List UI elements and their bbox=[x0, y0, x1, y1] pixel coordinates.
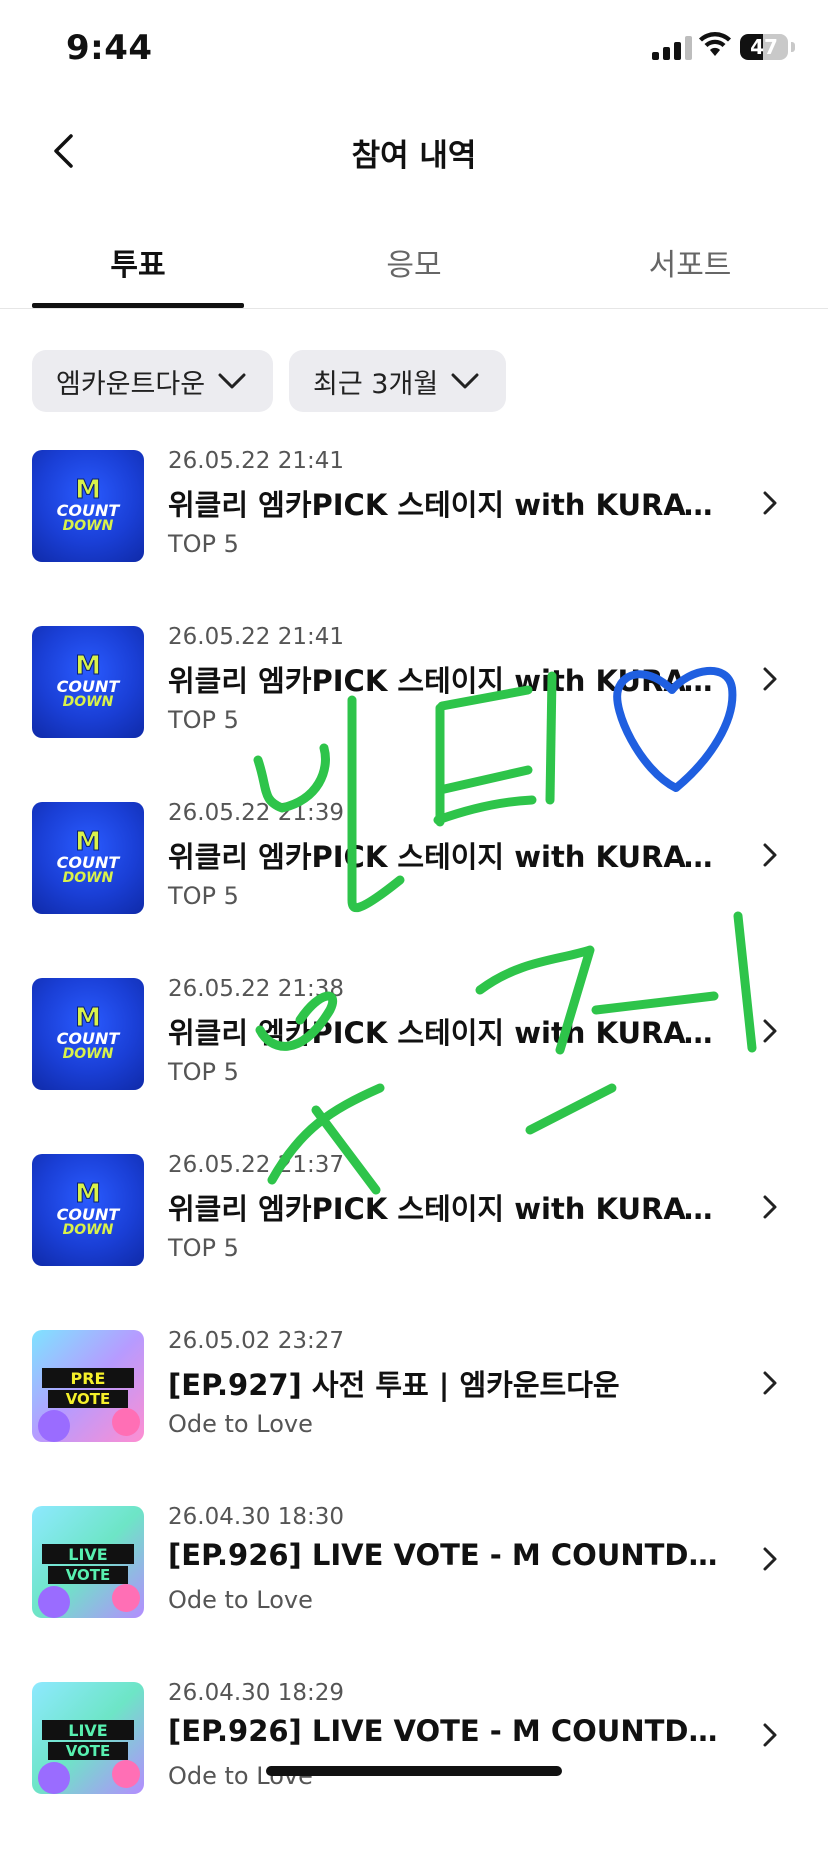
item-title: [EP.926] LIVE VOTE - M COUNTDOWN bbox=[168, 1538, 720, 1572]
chevron-right-icon bbox=[758, 664, 782, 698]
filter-bar: 엠카운트다운 최근 3개월 bbox=[32, 350, 507, 412]
item-date: 26.05.22 21:39 bbox=[168, 800, 345, 826]
chevron-right-icon bbox=[758, 840, 782, 874]
item-date: 26.05.22 21:37 bbox=[168, 1152, 345, 1178]
svg-text:DOWN: DOWN bbox=[63, 870, 114, 886]
period-filter-dropdown[interactable]: 최근 3개월 bbox=[289, 350, 507, 412]
item-title: 위클리 엠카PICK 스테이지 with KURATOR bbox=[168, 840, 720, 874]
list-item[interactable]: M COUNT DOWN 26.05.22 21:41 위클리 엠카PICK 스테이지 … bbox=[0, 446, 828, 622]
item-subtitle: TOP 5 bbox=[168, 1234, 239, 1262]
pre-vote-thumbnail: PRE VOTE bbox=[32, 1330, 144, 1442]
svg-text:VOTE: VOTE bbox=[66, 1566, 111, 1584]
cellular-signal-icon bbox=[652, 36, 692, 60]
wifi-icon bbox=[699, 32, 731, 56]
item-date: 26.05.22 21:41 bbox=[168, 624, 345, 650]
item-subtitle: TOP 5 bbox=[168, 1058, 239, 1086]
chevron-right-icon bbox=[758, 1016, 782, 1050]
chevron-right-icon bbox=[758, 1192, 782, 1226]
chevron-right-icon bbox=[758, 1544, 782, 1578]
item-title: [EP.927] 사전 투표 | 엠카운트다운 bbox=[168, 1368, 620, 1402]
chevron-down-icon bbox=[218, 373, 246, 389]
active-tab-indicator bbox=[32, 303, 244, 308]
period-filter-label: 최근 3개월 bbox=[313, 368, 439, 400]
item-title: 위클리 엠카PICK 스테이지 with KURATOR bbox=[168, 488, 720, 522]
svg-text:LIVE: LIVE bbox=[68, 1721, 107, 1740]
tab-entry[interactable]: 응모 bbox=[308, 240, 520, 284]
item-date: 26.05.22 21:38 bbox=[168, 976, 345, 1002]
mcountdown-thumbnail: M COUNT DOWN bbox=[32, 450, 144, 562]
svg-text:PRE: PRE bbox=[71, 1369, 106, 1388]
battery-tip bbox=[791, 42, 795, 52]
page-title: 참여 내역 bbox=[351, 138, 477, 174]
list-item[interactable]: LIVE VOTE 26.04.30 18:30 [EP.926] LIVE VOTE… bbox=[0, 1502, 828, 1678]
battery-icon: 47 bbox=[740, 34, 788, 60]
chevron-down-icon bbox=[451, 373, 479, 389]
svg-text:VOTE: VOTE bbox=[66, 1742, 111, 1760]
home-indicator bbox=[266, 1766, 562, 1776]
program-filter-label: 엠카운트다운 bbox=[56, 368, 206, 400]
item-subtitle: Ode to Love bbox=[168, 1410, 313, 1438]
battery-level: 47 bbox=[750, 35, 778, 59]
status-bar: 9:44 47 bbox=[0, 0, 828, 100]
svg-text:DOWN: DOWN bbox=[63, 1222, 114, 1238]
live-vote-thumbnail: LIVE VOTE bbox=[32, 1506, 144, 1618]
program-filter-dropdown[interactable]: 엠카운트다운 bbox=[32, 350, 274, 412]
item-subtitle: Ode to Love bbox=[168, 1586, 313, 1614]
chevron-right-icon bbox=[758, 1720, 782, 1754]
mcountdown-thumbnail: M COUNT DOWN bbox=[32, 978, 144, 1090]
item-subtitle: TOP 5 bbox=[168, 882, 239, 910]
item-subtitle: TOP 5 bbox=[168, 706, 239, 734]
item-subtitle: TOP 5 bbox=[168, 530, 239, 558]
chevron-right-icon bbox=[758, 488, 782, 522]
list-item[interactable]: M COUNT DOWN 26.05.22 21:37 위클리 엠카PICK 스테이지 … bbox=[0, 1150, 828, 1326]
chevron-right-icon bbox=[758, 1368, 782, 1402]
item-date: 26.05.02 23:27 bbox=[168, 1328, 345, 1354]
mcountdown-thumbnail: M COUNT DOWN bbox=[32, 1154, 144, 1266]
svg-text:DOWN: DOWN bbox=[63, 694, 114, 710]
mcountdown-thumbnail: M COUNT DOWN bbox=[32, 802, 144, 914]
item-title: 위클리 엠카PICK 스테이지 with KURATOR bbox=[168, 1192, 720, 1226]
list-item[interactable]: M COUNT DOWN 26.05.22 21:41 위클리 엠카PICK 스테이지 … bbox=[0, 622, 828, 798]
tab-support[interactable]: 서포트 bbox=[584, 240, 796, 284]
item-date: 26.04.30 18:30 bbox=[168, 1504, 345, 1530]
svg-text:DOWN: DOWN bbox=[63, 1046, 114, 1062]
item-title: 위클리 엠카PICK 스테이지 with KURATOR bbox=[168, 664, 720, 698]
tab-vote[interactable]: 투표 bbox=[32, 240, 244, 284]
item-date: 26.04.30 18:29 bbox=[168, 1680, 345, 1706]
item-title: [EP.926] LIVE VOTE - M COUNTDOWN bbox=[168, 1714, 720, 1748]
item-title: 위클리 엠카PICK 스테이지 with KURATOR bbox=[168, 1016, 720, 1050]
participation-list: M COUNT DOWN 26.05.22 21:41 위클리 엠카PICK 스테이지 … bbox=[0, 446, 828, 1854]
svg-text:DOWN: DOWN bbox=[63, 518, 114, 534]
mcountdown-thumbnail: M COUNT DOWN bbox=[32, 626, 144, 738]
list-item[interactable]: M COUNT DOWN 26.05.22 21:39 위클리 엠카PICK 스테이지 … bbox=[0, 798, 828, 974]
svg-text:VOTE: VOTE bbox=[66, 1390, 111, 1408]
item-date: 26.05.22 21:41 bbox=[168, 448, 345, 474]
live-vote-thumbnail: LIVE VOTE bbox=[32, 1682, 144, 1794]
nav-bar: 참여 내역 bbox=[0, 110, 828, 200]
list-item[interactable]: M COUNT DOWN 26.05.22 21:38 위클리 엠카PICK 스테이지 … bbox=[0, 974, 828, 1150]
svg-text:LIVE: LIVE bbox=[68, 1545, 107, 1564]
list-item[interactable]: PRE VOTE 26.05.02 23:27 [EP.927] 사전 투표 | 엠카… bbox=[0, 1326, 828, 1502]
tab-bar: 투표 응모 서포트 bbox=[0, 210, 828, 309]
status-time: 9:44 bbox=[66, 28, 153, 68]
